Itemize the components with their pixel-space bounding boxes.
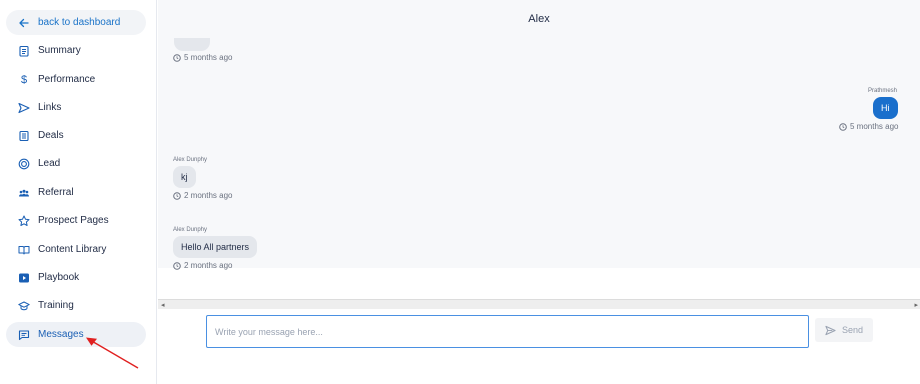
message-sender: Alex Dunphy	[173, 157, 208, 163]
arrow-left-icon	[18, 17, 30, 29]
star-icon	[18, 215, 30, 227]
message-timestamp: 2 months ago	[173, 191, 232, 200]
sidebar-item-label: Playbook	[38, 272, 80, 283]
sidebar-item-playbook[interactable]: Playbook	[6, 265, 146, 290]
sidebar-item-label: Performance	[38, 74, 96, 85]
chat-title: Alex	[528, 13, 550, 25]
sidebar-item-links[interactable]: Links	[6, 95, 146, 120]
clock-icon	[839, 122, 847, 131]
sidebar-item-label: Messages	[38, 329, 84, 340]
scroll-left-icon[interactable]: ◂	[161, 301, 165, 309]
message-input[interactable]	[206, 315, 809, 348]
play-icon	[18, 272, 30, 284]
sidebar-item-referral[interactable]: Referral	[6, 180, 146, 205]
message-bubble-outgoing: Hi	[873, 97, 898, 119]
back-to-dashboard-label: back to dashboard	[38, 17, 121, 28]
sidebar-item-performance[interactable]: $ Performance	[6, 67, 146, 92]
clock-icon	[173, 53, 181, 62]
dollar-icon: $	[20, 73, 28, 86]
book-icon	[18, 244, 30, 256]
users-icon	[18, 187, 30, 199]
horizontal-scrollbar[interactable]: ◂ ▸	[158, 299, 920, 309]
send-icon	[18, 102, 30, 114]
target-icon	[18, 158, 30, 170]
document-icon	[18, 130, 30, 142]
sidebar-item-lead[interactable]: Lead	[6, 151, 146, 176]
sidebar-item-label: Links	[38, 102, 62, 113]
message-timestamp: 5 months ago	[839, 122, 898, 131]
scroll-right-icon[interactable]: ▸	[914, 301, 918, 309]
app-root: back to dashboard Summary $ Performance …	[0, 0, 920, 384]
clock-icon	[173, 261, 181, 270]
sidebar-item-label: Content Library	[38, 244, 107, 255]
sidebar-item-training[interactable]: Training	[6, 293, 146, 318]
sidebar-item-label: Training	[38, 300, 74, 311]
sidebar-item-label: Summary	[38, 45, 81, 56]
graduation-cap-icon	[18, 300, 30, 312]
sidebar-item-label: Deals	[38, 130, 64, 141]
sidebar-item-label: Prospect Pages	[38, 215, 109, 226]
send-label: Send	[841, 325, 864, 335]
message-bubble-partial	[174, 38, 210, 51]
message-bubble-incoming: kj	[173, 166, 196, 188]
chat-icon	[18, 329, 30, 341]
back-to-dashboard-link[interactable]: back to dashboard	[6, 10, 146, 35]
message-sender: Prathmesh	[867, 88, 897, 94]
message-bubble-incoming: Hello All partners	[173, 236, 258, 258]
sidebar-item-content-library[interactable]: Content Library	[6, 237, 146, 262]
annotation-arrow	[86, 337, 139, 369]
sidebar-item-label: Referral	[38, 187, 74, 198]
chat-panel: Alex 5 months ago Prathmesh Hi 5 months …	[158, 0, 920, 270]
sidebar-item-deals[interactable]: Deals	[6, 123, 146, 148]
sidebar: back to dashboard Summary $ Performance …	[0, 0, 157, 384]
send-button[interactable]: Send	[815, 318, 873, 342]
clipboard-icon	[18, 45, 30, 57]
message-timestamp: 2 months ago	[173, 261, 232, 270]
send-icon	[825, 325, 836, 335]
clock-icon	[173, 191, 181, 200]
message-timestamp: 5 months ago	[173, 53, 232, 62]
sidebar-item-label: Lead	[38, 158, 61, 169]
sidebar-item-summary[interactable]: Summary	[6, 38, 146, 63]
message-sender: Alex Dunphy	[173, 227, 208, 233]
sidebar-item-prospect-pages[interactable]: Prospect Pages	[6, 208, 146, 233]
